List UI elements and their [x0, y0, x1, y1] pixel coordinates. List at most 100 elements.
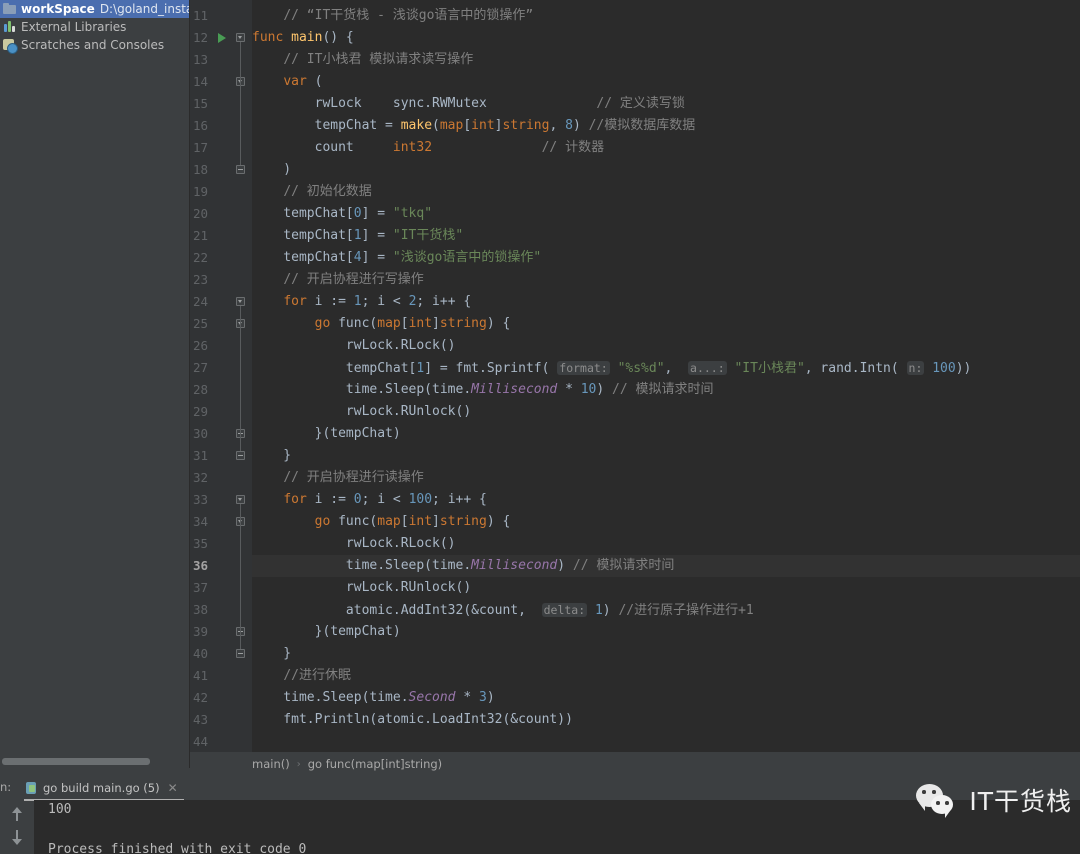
code-line[interactable]: }	[252, 643, 291, 665]
code-line[interactable]: atomic.AddInt32(&count, delta: 1) //进行原子…	[252, 599, 754, 621]
code-token: int32	[392, 140, 433, 155]
code-line[interactable]: // 开启协程进行读操作	[252, 467, 423, 489]
code-token: )	[252, 162, 292, 177]
code-token: //进行原子操作进行+1	[618, 603, 754, 618]
code-line[interactable]: var (	[252, 71, 322, 93]
sidebar-item-workspace[interactable]: workSpace D:\goland_install\w	[0, 0, 189, 18]
line-number: 14	[192, 74, 208, 89]
sidebar-item-external-libraries[interactable]: External Libraries	[0, 18, 189, 36]
code-token: tempChat[	[252, 250, 354, 265]
code-line[interactable]: // 开启协程进行写操作	[252, 269, 424, 291]
breadcrumb[interactable]: main() › go func(map[int]string)	[190, 752, 1080, 776]
project-tree[interactable]: workSpace D:\goland_install\w External Lib…	[0, 0, 189, 54]
breadcrumb-item[interactable]: main()	[252, 757, 290, 771]
code-token: // 初始化数据	[283, 184, 372, 199]
code-token: rwLock.RLock()	[252, 338, 456, 353]
editor-gutter[interactable]: 11 12 13 14 15 16 17 18 19 20 21 22 23 24 25 26 27 28 29 30…	[190, 0, 252, 752]
code-line[interactable]: time.Sleep(time.Millisecond * 10) // 模拟请…	[252, 379, 714, 401]
fold-expand-icon[interactable]	[236, 495, 245, 504]
code-line[interactable]: go func(map[int]string) {	[252, 313, 511, 335]
code-token: 1	[353, 228, 362, 243]
run-tab[interactable]: go build main.go (5) ✕	[24, 778, 178, 798]
library-icon	[2, 20, 18, 34]
code-line[interactable]: tempChat[1] = "IT干货栈"	[252, 225, 463, 247]
line-number: 41	[192, 668, 208, 683]
code-line[interactable]: //进行休眠	[252, 665, 351, 687]
line-number: 40	[192, 646, 208, 661]
line-number: 42	[192, 690, 208, 705]
code-token: time.Sleep(time.	[252, 382, 472, 397]
code-line[interactable]: tempChat[1] = fmt.Sprintf( format: "%s%d…	[252, 357, 971, 379]
arrow-down-icon[interactable]	[6, 826, 28, 848]
code-line[interactable]: }	[252, 445, 291, 467]
code-line[interactable]: tempChat[4] = "浅谈go语言中的锁操作"	[252, 247, 541, 269]
line-number: 38	[192, 602, 208, 617]
code-token: 0	[353, 492, 362, 507]
run-gutter-icon[interactable]	[218, 33, 226, 43]
line-number: 44	[192, 734, 208, 749]
code-line[interactable]: // IT小栈君 模拟请求读写操作	[252, 49, 473, 71]
code-line[interactable]: // 初始化数据	[252, 181, 372, 203]
code-line[interactable]: fmt.Println(atomic.LoadInt32(&count))	[252, 709, 573, 731]
code-line[interactable]: tempChat = make(map[int]string, 8) //模拟数…	[252, 115, 696, 137]
project-sidebar[interactable]: workSpace D:\goland_install\w External Lib…	[0, 0, 190, 768]
code-token: tempChat[	[252, 361, 417, 376]
code-line[interactable]: // “IT干货栈 - 浅谈go语言中的锁操作”	[252, 5, 533, 27]
code-token: //进行休眠	[283, 668, 351, 683]
line-number: 39	[192, 624, 208, 639]
sidebar-horizontal-scrollbar[interactable]	[0, 757, 186, 766]
fold-expand-icon[interactable]	[236, 33, 245, 42]
code-line[interactable]: rwLock.RUnlock()	[252, 577, 471, 599]
code-line[interactable]: time.Sleep(time.Millisecond) // 模拟请求时间	[252, 555, 1080, 577]
sidebar-item-scratches-and-consoles[interactable]: Scratches and Consoles	[0, 36, 189, 54]
code-token: RWMutex	[432, 96, 487, 111]
code-token: string	[439, 316, 487, 331]
fold-expand-icon[interactable]	[236, 297, 245, 306]
line-number: 34	[192, 514, 208, 529]
code-line[interactable]: )	[252, 159, 291, 181]
code-line[interactable]: rwLock sync.RWMutex // 定义读写锁	[252, 93, 685, 115]
code-token: Second	[408, 690, 456, 705]
code-token: 1	[594, 603, 603, 618]
breadcrumb-item[interactable]: go func(map[int]string)	[308, 757, 442, 771]
editor-code-area[interactable]: // “IT干货栈 - 浅谈go语言中的锁操作” func main() { //…	[252, 0, 1080, 752]
code-line[interactable]: time.Sleep(time.Second * 3)	[252, 687, 494, 709]
code-editor[interactable]: 11 12 13 14 15 16 17 18 19 20 21 22 23 24 25 26 27 28 29 30…	[190, 0, 1080, 752]
code-token: string	[502, 118, 550, 133]
fold-collapse-icon[interactable]	[236, 451, 245, 460]
code-line[interactable]: rwLock.RLock()	[252, 533, 456, 555]
code-token: make	[400, 118, 433, 133]
code-line[interactable]: tempChat[0] = "tkq"	[252, 203, 432, 225]
code-line[interactable]: rwLock.RUnlock()	[252, 401, 471, 423]
line-number: 32	[192, 470, 208, 485]
line-number: 13	[192, 52, 208, 67]
code-line[interactable]: for i := 1; i < 2; i++ {	[252, 291, 471, 313]
code-token: //模拟数据库数据	[588, 118, 696, 133]
code-line[interactable]: go func(map[int]string) {	[252, 511, 511, 533]
fold-collapse-icon[interactable]	[236, 649, 245, 658]
arrow-up-icon[interactable]	[6, 804, 28, 826]
code-token: // 开启协程进行写操作	[283, 272, 424, 287]
code-line[interactable]: }(tempChat)	[252, 621, 401, 643]
code-token: ) {	[486, 316, 511, 331]
code-line[interactable]: }(tempChat)	[252, 423, 401, 445]
line-number: 43	[192, 712, 208, 727]
code-token: }(tempChat)	[252, 624, 401, 639]
code-token: (	[432, 118, 440, 133]
code-line[interactable]: for i := 0; i < 100; i++ {	[252, 489, 487, 511]
run-toolbar[interactable]	[6, 804, 32, 854]
scrollbar-thumb[interactable]	[2, 758, 150, 765]
close-icon[interactable]: ✕	[168, 781, 178, 795]
code-line[interactable]: func main() {	[252, 27, 354, 49]
code-line[interactable]: count int32 // 计数器	[252, 137, 604, 159]
code-token: int	[408, 514, 433, 529]
fold-collapse-icon[interactable]	[236, 165, 245, 174]
code-token: func(	[330, 514, 378, 529]
code-line[interactable]: rwLock.RLock()	[252, 335, 456, 357]
